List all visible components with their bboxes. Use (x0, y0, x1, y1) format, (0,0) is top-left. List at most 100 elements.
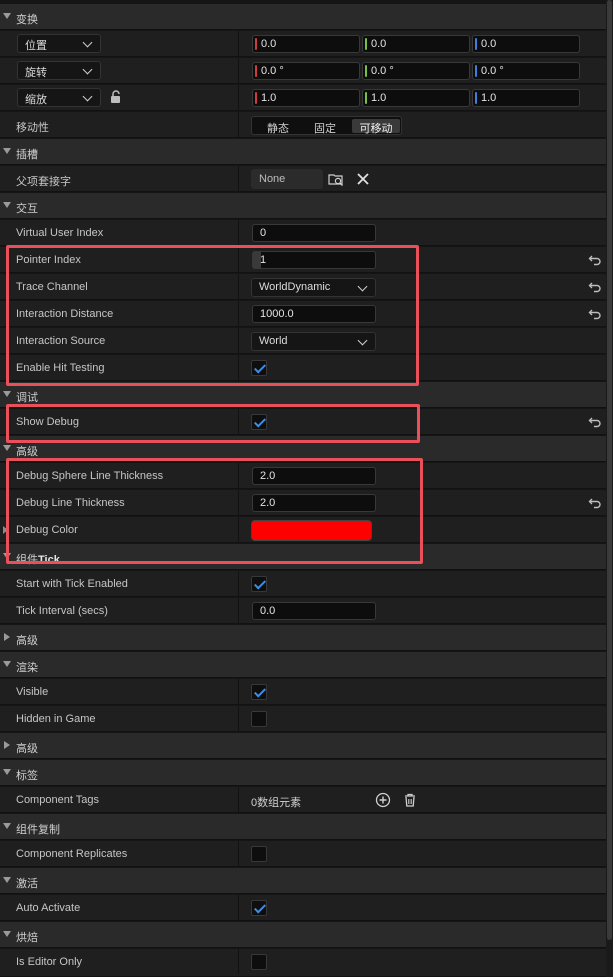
scale-z-input[interactable]: 1.0 (472, 89, 580, 107)
column-separator (238, 841, 239, 866)
location-mode-dropdown[interactable]: 位置 (17, 34, 101, 53)
reset-to-default-icon[interactable] (588, 415, 602, 429)
column-separator (238, 247, 239, 272)
scale-y-input[interactable]: 1.0 (362, 89, 470, 107)
property-label: Component Tags (16, 794, 99, 806)
category-advanced[interactable]: 高级 (0, 436, 606, 462)
expand-arrow-icon[interactable] (3, 526, 8, 534)
expand-arrow-icon (3, 391, 11, 397)
trace-channel-dropdown[interactable]: WorldDynamic (251, 278, 376, 297)
is-editor-only-checkbox[interactable] (251, 954, 267, 970)
category-label: 高级 (16, 635, 38, 647)
vertical-scrollbar[interactable] (606, 0, 613, 977)
array-count-text: 0数组元素 (251, 797, 302, 809)
category-component-tick[interactable]: 组件Tick (0, 544, 606, 570)
category-replication[interactable]: 组件复制 (0, 814, 606, 840)
column-separator (238, 517, 239, 542)
scale-x-input[interactable]: 1.0 (252, 89, 360, 107)
interaction-source-dropdown[interactable]: World (251, 332, 376, 351)
row-scale: 缩放 1.0 1.0 1.0 (0, 85, 606, 111)
chevron-down-icon (82, 91, 93, 102)
location-z-input[interactable]: 0.0 (472, 35, 580, 53)
property-label: 移动性 (16, 122, 49, 134)
expand-arrow-icon (3, 661, 11, 667)
column-separator (238, 166, 239, 191)
expand-arrow-icon (3, 823, 11, 829)
browse-socket-icon[interactable] (328, 171, 344, 187)
mobility-option-movable[interactable]: 可移动 (352, 119, 400, 135)
component-replicates-checkbox[interactable] (251, 846, 267, 862)
column-separator (238, 787, 239, 812)
category-debug[interactable]: 调试 (0, 382, 606, 408)
row-parent-socket: 父项套接字 None (0, 166, 606, 192)
reset-to-default-icon[interactable] (588, 496, 602, 510)
category-advanced-rendering[interactable]: 高级 (0, 733, 606, 759)
mobility-segmented-control: 静态 固定 可移动 (251, 116, 402, 135)
expand-arrow-icon (3, 769, 11, 775)
location-y-input[interactable]: 0.0 (362, 35, 470, 53)
scale-mode-dropdown[interactable]: 缩放 (17, 88, 101, 107)
category-label: 组件Tick (16, 551, 60, 567)
category-tags[interactable]: 标签 (0, 760, 606, 786)
rotation-z-input[interactable]: 0.0 ° (472, 62, 580, 80)
category-sockets[interactable]: 插槽 (0, 139, 606, 165)
category-transform[interactable]: 变换 (0, 4, 606, 30)
category-interaction[interactable]: 交互 (0, 193, 606, 219)
unlock-icon[interactable] (109, 90, 123, 104)
interaction-distance-input[interactable]: 1000.0 (252, 305, 376, 323)
add-element-icon[interactable] (375, 792, 391, 808)
rotation-mode-dropdown[interactable]: 旋转 (17, 61, 101, 80)
expand-arrow-icon (3, 148, 11, 154)
rotation-y-input[interactable]: 0.0 ° (362, 62, 470, 80)
category-label: 高级 (16, 446, 38, 458)
reset-to-default-icon[interactable] (588, 280, 602, 294)
details-panel: 变换 位置 0.0 0.0 0.0 旋转 0.0 ° 0.0 ° 0.0 ° 缩… (0, 0, 606, 977)
pointer-index-input[interactable]: 1 (252, 251, 376, 269)
category-label: 交互 (16, 203, 38, 215)
expand-arrow-icon (3, 202, 11, 208)
category-rendering[interactable]: 渲染 (0, 652, 606, 678)
mobility-option-static[interactable]: 静态 (257, 119, 299, 135)
property-label: Enable Hit Testing (16, 362, 105, 374)
hidden-in-game-checkbox[interactable] (251, 711, 267, 727)
enable-hit-testing-checkbox[interactable] (251, 360, 267, 376)
row-debug-line-thickness: Debug Line Thickness 2.0 (0, 490, 606, 516)
row-show-debug: Show Debug (0, 409, 606, 435)
category-activation[interactable]: 激活 (0, 868, 606, 894)
clear-icon[interactable] (355, 171, 371, 187)
expand-arrow-icon (3, 445, 11, 451)
scrollbar-thumb[interactable] (607, 0, 612, 940)
rotation-x-input[interactable]: 0.0 ° (252, 62, 360, 80)
tick-interval-input[interactable]: 0.0 (252, 602, 376, 620)
collapse-arrow-icon (4, 741, 10, 749)
start-with-tick-enabled-checkbox[interactable] (251, 576, 267, 592)
debug-line-thickness-input[interactable]: 2.0 (252, 494, 376, 512)
column-separator (238, 85, 239, 110)
show-debug-checkbox[interactable] (251, 414, 267, 430)
reset-to-default-icon[interactable] (588, 253, 602, 267)
category-advanced-tick[interactable]: 高级 (0, 625, 606, 651)
row-auto-activate: Auto Activate (0, 895, 606, 921)
trash-icon[interactable] (402, 792, 418, 808)
auto-activate-checkbox[interactable] (251, 900, 267, 916)
row-enable-hit-testing: Enable Hit Testing (0, 355, 606, 381)
parent-socket-value: None (251, 169, 323, 189)
mobility-option-stationary[interactable]: 固定 (304, 119, 346, 135)
property-label: Show Debug (16, 416, 79, 428)
row-virtual-user-index: Virtual User Index 0 (0, 220, 606, 246)
debug-color-swatch[interactable] (251, 520, 372, 541)
row-is-editor-only: Is Editor Only (0, 949, 606, 977)
column-separator (238, 571, 239, 596)
virtual-user-index-input[interactable]: 0 (252, 224, 376, 242)
debug-sphere-line-thickness-input[interactable]: 2.0 (252, 467, 376, 485)
visible-checkbox[interactable] (251, 684, 267, 700)
location-x-input[interactable]: 0.0 (252, 35, 360, 53)
reset-to-default-icon[interactable] (588, 307, 602, 321)
column-separator (238, 949, 239, 974)
category-cooking[interactable]: 烘焙 (0, 922, 606, 948)
category-label: 插槽 (16, 149, 38, 161)
expand-arrow-icon (3, 13, 11, 19)
property-label: Interaction Distance (16, 308, 114, 320)
expand-arrow-icon (3, 931, 11, 937)
column-separator (238, 355, 239, 380)
